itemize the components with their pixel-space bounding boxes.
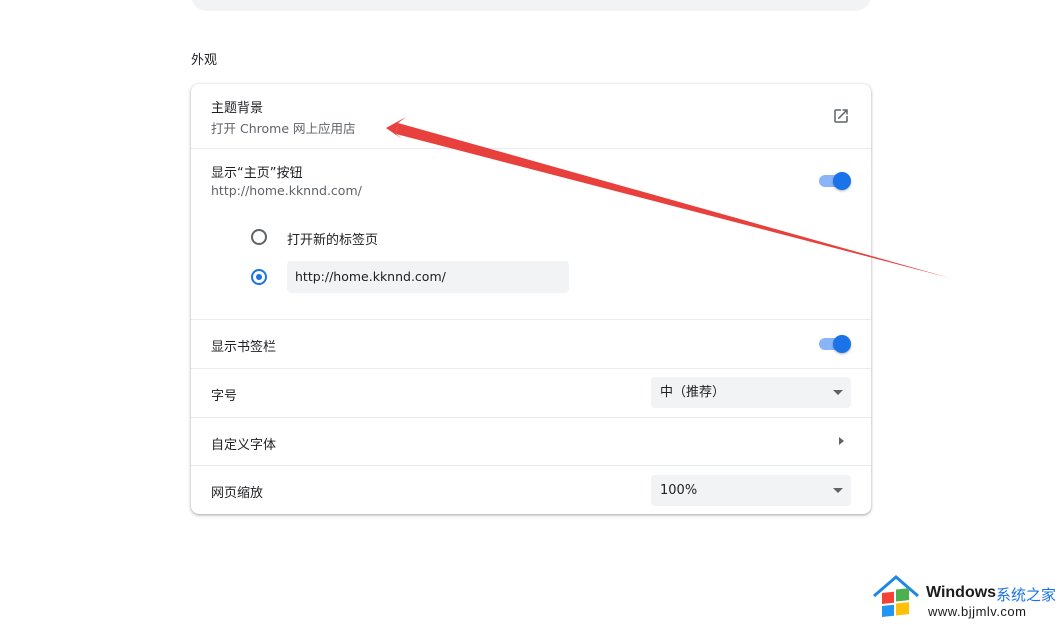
radio-custom-url[interactable] (251, 269, 267, 285)
theme-label: 主题背景 (211, 101, 264, 116)
dropdown-arrow-icon (833, 390, 843, 395)
home-button-sublabel: http://home.kknnd.com/ (211, 183, 362, 198)
home-url-input[interactable]: http://home.kknnd.com/ (287, 261, 569, 293)
appearance-card: 主题背景 打开 Chrome 网上应用店 显示“主页”按钮 http://hom… (191, 84, 871, 514)
page-zoom-value: 100% (660, 483, 698, 498)
theme-row[interactable]: 主题背景 打开 Chrome 网上应用店 (191, 84, 871, 148)
watermark-url: www.bjjmlv.com (928, 604, 1027, 619)
custom-fonts-label: 自定义字体 (211, 438, 277, 453)
section-title-appearance: 外观 (191, 53, 218, 68)
font-size-value: 中（推荐） (660, 385, 726, 400)
radio-new-tab-label: 打开新的标签页 (287, 233, 379, 248)
toggle-knob (833, 172, 851, 190)
watermark-brand-cn: 系统之家 (996, 586, 1057, 604)
custom-fonts-row[interactable]: 自定义字体 (191, 417, 871, 466)
open-in-new-icon[interactable] (832, 107, 850, 125)
page-zoom-label: 网页缩放 (211, 486, 264, 501)
bookmarks-bar-label: 显示书签栏 (211, 340, 277, 355)
home-button-label: 显示“主页”按钮 (211, 166, 303, 181)
font-size-row: 字号 中（推荐） (191, 368, 871, 417)
radio-new-tab[interactable] (251, 229, 267, 245)
page-zoom-row: 网页缩放 100% (191, 465, 871, 515)
dropdown-arrow-icon (833, 488, 843, 493)
toggle-knob (833, 335, 851, 353)
home-button-toggle[interactable] (819, 172, 851, 190)
bookmarks-bar-toggle[interactable] (819, 335, 851, 353)
font-size-select[interactable]: 中（推荐） (651, 377, 851, 408)
watermark: Windows 系统之家 www.bjjmlv.com (872, 574, 1062, 622)
windows-house-logo-icon (873, 575, 919, 617)
settings-page: 外观 主题背景 打开 Chrome 网上应用店 显示“主页”按钮 http://… (0, 0, 1062, 625)
bookmarks-bar-row[interactable]: 显示书签栏 (191, 319, 871, 368)
previous-section-card (191, 0, 871, 11)
home-button-row: 显示“主页”按钮 http://home.kknnd.com/ 打开新的标签页 … (191, 148, 871, 320)
watermark-brand: Windows (926, 584, 997, 601)
font-size-label: 字号 (211, 389, 238, 404)
theme-sublabel: 打开 Chrome 网上应用店 (211, 121, 356, 136)
chevron-right-icon[interactable] (839, 437, 844, 445)
page-zoom-select[interactable]: 100% (651, 475, 851, 506)
